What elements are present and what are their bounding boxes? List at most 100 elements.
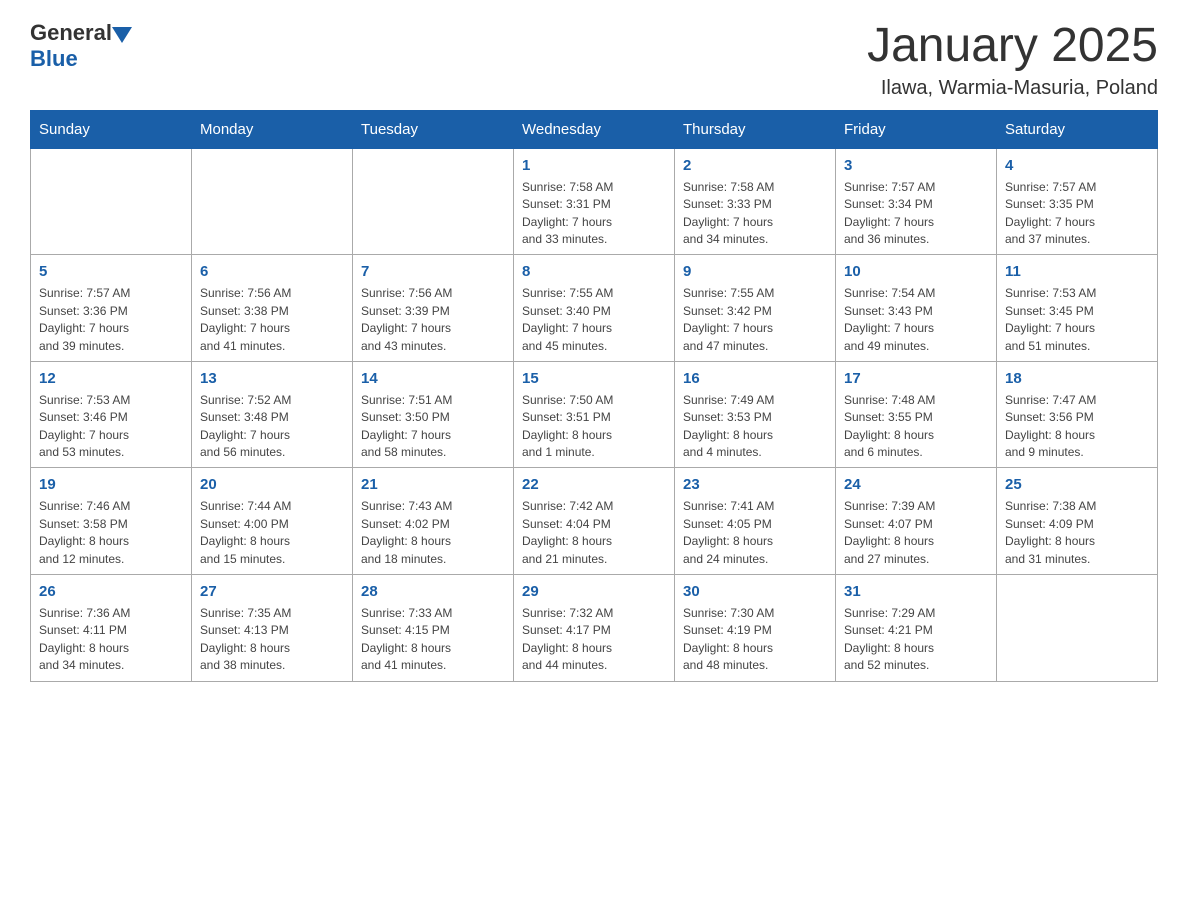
weekday-header-row: SundayMondayTuesdayWednesdayThursdayFrid…	[31, 110, 1158, 148]
day-info: Sunrise: 7:58 AM Sunset: 3:33 PM Dayligh…	[683, 179, 827, 249]
calendar-cell	[997, 575, 1158, 682]
day-info: Sunrise: 7:43 AM Sunset: 4:02 PM Dayligh…	[361, 498, 505, 568]
day-number: 20	[200, 474, 344, 495]
calendar-cell: 20 Sunrise: 7:44 AM Sunset: 4:00 PM Dayli…	[192, 468, 353, 575]
day-number: 31	[844, 581, 988, 602]
day-number: 19	[39, 474, 183, 495]
calendar-cell: 28 Sunrise: 7:33 AM Sunset: 4:15 PM Dayli…	[353, 575, 514, 682]
calendar-cell: 1 Sunrise: 7:58 AM Sunset: 3:31 PM Daylig…	[514, 148, 675, 255]
day-number: 1	[522, 155, 666, 176]
weekday-header-sunday: Sunday	[31, 110, 192, 148]
day-number: 8	[522, 261, 666, 282]
weekday-header-monday: Monday	[192, 110, 353, 148]
day-number: 5	[39, 261, 183, 282]
calendar-cell: 27 Sunrise: 7:35 AM Sunset: 4:13 PM Dayli…	[192, 575, 353, 682]
weekday-header-saturday: Saturday	[997, 110, 1158, 148]
title-block: January 2025 Ilawa, Warmia-Masuria, Pola…	[867, 20, 1158, 100]
logo-triangle-icon	[112, 27, 132, 43]
calendar-cell: 19Sunrise: 7:46 AM Sunset: 3:58 PM Dayli…	[31, 468, 192, 575]
calendar-cell: 5 Sunrise: 7:57 AM Sunset: 3:36 PM Daylig…	[31, 255, 192, 362]
page-header: General Blue January 2025 Ilawa, Warmia-…	[30, 20, 1158, 100]
day-number: 11	[1005, 261, 1149, 282]
calendar-cell: 14Sunrise: 7:51 AM Sunset: 3:50 PM Dayli…	[353, 361, 514, 468]
day-number: 7	[361, 261, 505, 282]
calendar-cell: 25Sunrise: 7:38 AM Sunset: 4:09 PM Dayli…	[997, 468, 1158, 575]
calendar-week-4: 19Sunrise: 7:46 AM Sunset: 3:58 PM Dayli…	[31, 468, 1158, 575]
calendar-cell: 24 Sunrise: 7:39 AM Sunset: 4:07 PM Dayli…	[836, 468, 997, 575]
day-number: 12	[39, 368, 183, 389]
day-number: 3	[844, 155, 988, 176]
weekday-header-friday: Friday	[836, 110, 997, 148]
day-number: 4	[1005, 155, 1149, 176]
calendar-cell: 26Sunrise: 7:36 AM Sunset: 4:11 PM Dayli…	[31, 575, 192, 682]
weekday-header-wednesday: Wednesday	[514, 110, 675, 148]
calendar-cell: 12Sunrise: 7:53 AM Sunset: 3:46 PM Dayli…	[31, 361, 192, 468]
day-info: Sunrise: 7:44 AM Sunset: 4:00 PM Dayligh…	[200, 498, 344, 568]
calendar-cell: 4 Sunrise: 7:57 AM Sunset: 3:35 PM Daylig…	[997, 148, 1158, 255]
calendar-cell: 31 Sunrise: 7:29 AM Sunset: 4:21 PM Dayli…	[836, 575, 997, 682]
day-info: Sunrise: 7:29 AM Sunset: 4:21 PM Dayligh…	[844, 605, 988, 675]
day-info: Sunrise: 7:47 AM Sunset: 3:56 PM Dayligh…	[1005, 392, 1149, 462]
calendar-cell: 3 Sunrise: 7:57 AM Sunset: 3:34 PM Daylig…	[836, 148, 997, 255]
day-info: Sunrise: 7:36 AM Sunset: 4:11 PM Dayligh…	[39, 605, 183, 675]
calendar-week-3: 12Sunrise: 7:53 AM Sunset: 3:46 PM Dayli…	[31, 361, 1158, 468]
day-info: Sunrise: 7:58 AM Sunset: 3:31 PM Dayligh…	[522, 179, 666, 249]
day-info: Sunrise: 7:52 AM Sunset: 3:48 PM Dayligh…	[200, 392, 344, 462]
day-info: Sunrise: 7:50 AM Sunset: 3:51 PM Dayligh…	[522, 392, 666, 462]
day-info: Sunrise: 7:49 AM Sunset: 3:53 PM Dayligh…	[683, 392, 827, 462]
calendar-cell: 18Sunrise: 7:47 AM Sunset: 3:56 PM Dayli…	[997, 361, 1158, 468]
weekday-header-thursday: Thursday	[675, 110, 836, 148]
calendar-cell	[353, 148, 514, 255]
day-number: 24	[844, 474, 988, 495]
calendar-week-2: 5 Sunrise: 7:57 AM Sunset: 3:36 PM Daylig…	[31, 255, 1158, 362]
calendar-cell: 7 Sunrise: 7:56 AM Sunset: 3:39 PM Daylig…	[353, 255, 514, 362]
day-number: 30	[683, 581, 827, 602]
calendar-header: SundayMondayTuesdayWednesdayThursdayFrid…	[31, 110, 1158, 148]
calendar-cell: 6 Sunrise: 7:56 AM Sunset: 3:38 PM Daylig…	[192, 255, 353, 362]
day-number: 29	[522, 581, 666, 602]
day-number: 16	[683, 368, 827, 389]
day-number: 25	[1005, 474, 1149, 495]
calendar-cell: 2Sunrise: 7:58 AM Sunset: 3:33 PM Daylig…	[675, 148, 836, 255]
day-number: 13	[200, 368, 344, 389]
calendar-week-1: 1 Sunrise: 7:58 AM Sunset: 3:31 PM Daylig…	[31, 148, 1158, 255]
calendar-cell: 9 Sunrise: 7:55 AM Sunset: 3:42 PM Daylig…	[675, 255, 836, 362]
day-info: Sunrise: 7:33 AM Sunset: 4:15 PM Dayligh…	[361, 605, 505, 675]
day-info: Sunrise: 7:55 AM Sunset: 3:42 PM Dayligh…	[683, 285, 827, 355]
calendar-cell: 22Sunrise: 7:42 AM Sunset: 4:04 PM Dayli…	[514, 468, 675, 575]
day-info: Sunrise: 7:57 AM Sunset: 3:34 PM Dayligh…	[844, 179, 988, 249]
day-info: Sunrise: 7:54 AM Sunset: 3:43 PM Dayligh…	[844, 285, 988, 355]
weekday-header-tuesday: Tuesday	[353, 110, 514, 148]
calendar-cell: 30 Sunrise: 7:30 AM Sunset: 4:19 PM Dayli…	[675, 575, 836, 682]
day-info: Sunrise: 7:57 AM Sunset: 3:35 PM Dayligh…	[1005, 179, 1149, 249]
calendar-cell	[31, 148, 192, 255]
day-number: 9	[683, 261, 827, 282]
day-info: Sunrise: 7:56 AM Sunset: 3:38 PM Dayligh…	[200, 285, 344, 355]
day-number: 10	[844, 261, 988, 282]
calendar-cell: 8Sunrise: 7:55 AM Sunset: 3:40 PM Daylig…	[514, 255, 675, 362]
calendar-cell: 23Sunrise: 7:41 AM Sunset: 4:05 PM Dayli…	[675, 468, 836, 575]
calendar-body: 1 Sunrise: 7:58 AM Sunset: 3:31 PM Daylig…	[31, 148, 1158, 681]
day-info: Sunrise: 7:30 AM Sunset: 4:19 PM Dayligh…	[683, 605, 827, 675]
day-info: Sunrise: 7:35 AM Sunset: 4:13 PM Dayligh…	[200, 605, 344, 675]
day-number: 6	[200, 261, 344, 282]
calendar-cell: 16 Sunrise: 7:49 AM Sunset: 3:53 PM Dayli…	[675, 361, 836, 468]
calendar-cell: 10 Sunrise: 7:54 AM Sunset: 3:43 PM Dayli…	[836, 255, 997, 362]
day-info: Sunrise: 7:56 AM Sunset: 3:39 PM Dayligh…	[361, 285, 505, 355]
location-title: Ilawa, Warmia-Masuria, Poland	[867, 77, 1158, 100]
month-title: January 2025	[867, 20, 1158, 73]
day-number: 27	[200, 581, 344, 602]
calendar-week-5: 26Sunrise: 7:36 AM Sunset: 4:11 PM Dayli…	[31, 575, 1158, 682]
day-number: 22	[522, 474, 666, 495]
day-info: Sunrise: 7:57 AM Sunset: 3:36 PM Dayligh…	[39, 285, 183, 355]
calendar-cell: 17Sunrise: 7:48 AM Sunset: 3:55 PM Dayli…	[836, 361, 997, 468]
day-number: 23	[683, 474, 827, 495]
day-info: Sunrise: 7:48 AM Sunset: 3:55 PM Dayligh…	[844, 392, 988, 462]
day-info: Sunrise: 7:51 AM Sunset: 3:50 PM Dayligh…	[361, 392, 505, 462]
logo: General Blue	[30, 20, 132, 72]
calendar-table: SundayMondayTuesdayWednesdayThursdayFrid…	[30, 110, 1158, 682]
calendar-cell: 15Sunrise: 7:50 AM Sunset: 3:51 PM Dayli…	[514, 361, 675, 468]
day-info: Sunrise: 7:39 AM Sunset: 4:07 PM Dayligh…	[844, 498, 988, 568]
calendar-cell: 13 Sunrise: 7:52 AM Sunset: 3:48 PM Dayli…	[192, 361, 353, 468]
day-number: 28	[361, 581, 505, 602]
